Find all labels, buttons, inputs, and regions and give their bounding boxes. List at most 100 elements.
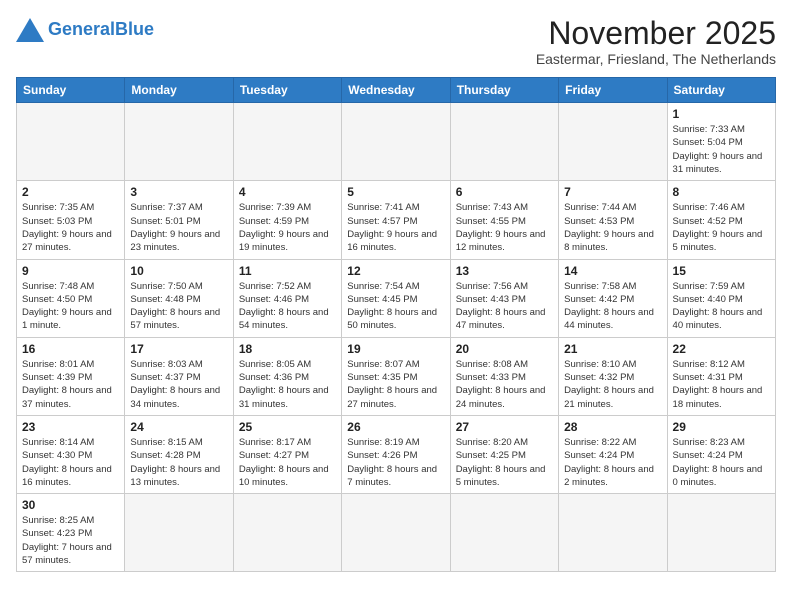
- day-number: 19: [347, 342, 444, 356]
- day-sun-info: Sunrise: 7:58 AMSunset: 4:42 PMDaylight:…: [564, 280, 661, 333]
- calendar-day-cell: [125, 494, 233, 572]
- day-number: 16: [22, 342, 119, 356]
- day-sun-info: Sunrise: 8:17 AMSunset: 4:27 PMDaylight:…: [239, 436, 336, 489]
- day-number: 7: [564, 185, 661, 199]
- calendar-day-cell: 10 Sunrise: 7:50 AMSunset: 4:48 PMDayligh…: [125, 259, 233, 337]
- day-sun-info: Sunrise: 8:03 AMSunset: 4:37 PMDaylight:…: [130, 358, 227, 411]
- calendar-day-cell: 18 Sunrise: 8:05 AMSunset: 4:36 PMDayligh…: [233, 337, 341, 415]
- page-header: GeneralBlue November 2025 Eastermar, Fri…: [16, 16, 776, 67]
- logo-text: GeneralBlue: [48, 20, 154, 38]
- day-sun-info: Sunrise: 7:48 AMSunset: 4:50 PMDaylight:…: [22, 280, 119, 333]
- calendar-day-cell: [559, 494, 667, 572]
- calendar-header-row: SundayMondayTuesdayWednesdayThursdayFrid…: [17, 78, 776, 103]
- calendar-day-cell: 3Sunrise: 7:37 AMSunset: 5:01 PMDaylight…: [125, 181, 233, 259]
- calendar-table: SundayMondayTuesdayWednesdayThursdayFrid…: [16, 77, 776, 572]
- calendar-day-cell: 9Sunrise: 7:48 AMSunset: 4:50 PMDaylight…: [17, 259, 125, 337]
- day-sun-info: Sunrise: 8:25 AMSunset: 4:23 PMDaylight:…: [22, 514, 119, 567]
- day-number: 17: [130, 342, 227, 356]
- day-number: 2: [22, 185, 119, 199]
- calendar-day-cell: [233, 103, 341, 181]
- day-sun-info: Sunrise: 8:10 AMSunset: 4:32 PMDaylight:…: [564, 358, 661, 411]
- day-number: 15: [673, 264, 770, 278]
- day-sun-info: Sunrise: 8:15 AMSunset: 4:28 PMDaylight:…: [130, 436, 227, 489]
- calendar-day-cell: [559, 103, 667, 181]
- day-sun-info: Sunrise: 8:20 AMSunset: 4:25 PMDaylight:…: [456, 436, 553, 489]
- day-number: 18: [239, 342, 336, 356]
- day-number: 22: [673, 342, 770, 356]
- calendar-day-cell: 25 Sunrise: 8:17 AMSunset: 4:27 PMDayligh…: [233, 415, 341, 493]
- day-number: 5: [347, 185, 444, 199]
- calendar-day-cell: [125, 103, 233, 181]
- day-number: 25: [239, 420, 336, 434]
- weekday-header-wednesday: Wednesday: [342, 78, 450, 103]
- calendar-week-row: 16 Sunrise: 8:01 AMSunset: 4:39 PMDayligh…: [17, 337, 776, 415]
- logo: GeneralBlue: [16, 16, 154, 42]
- weekday-header-thursday: Thursday: [450, 78, 558, 103]
- day-sun-info: Sunrise: 8:12 AMSunset: 4:31 PMDaylight:…: [673, 358, 770, 411]
- calendar-day-cell: 20Sunrise: 8:08 AMSunset: 4:33 PMDayligh…: [450, 337, 558, 415]
- day-sun-info: Sunrise: 7:35 AMSunset: 5:03 PMDaylight:…: [22, 201, 119, 254]
- logo-triangle-icon: [16, 18, 44, 42]
- calendar-week-row: 9Sunrise: 7:48 AMSunset: 4:50 PMDaylight…: [17, 259, 776, 337]
- day-sun-info: Sunrise: 8:07 AMSunset: 4:35 PMDaylight:…: [347, 358, 444, 411]
- calendar-day-cell: 11 Sunrise: 7:52 AMSunset: 4:46 PMDayligh…: [233, 259, 341, 337]
- calendar-week-row: 2 Sunrise: 7:35 AMSunset: 5:03 PMDaylight…: [17, 181, 776, 259]
- day-sun-info: Sunrise: 7:44 AMSunset: 4:53 PMDaylight:…: [564, 201, 661, 254]
- calendar-day-cell: 12Sunrise: 7:54 AMSunset: 4:45 PMDayligh…: [342, 259, 450, 337]
- day-number: 21: [564, 342, 661, 356]
- day-number: 29: [673, 420, 770, 434]
- day-sun-info: Sunrise: 7:43 AMSunset: 4:55 PMDaylight:…: [456, 201, 553, 254]
- calendar-day-cell: [450, 494, 558, 572]
- day-sun-info: Sunrise: 7:52 AMSunset: 4:46 PMDaylight:…: [239, 280, 336, 333]
- calendar-day-cell: 24 Sunrise: 8:15 AMSunset: 4:28 PMDayligh…: [125, 415, 233, 493]
- calendar-day-cell: 22 Sunrise: 8:12 AMSunset: 4:31 PMDayligh…: [667, 337, 775, 415]
- calendar-week-row: 30 Sunrise: 8:25 AMSunset: 4:23 PMDayligh…: [17, 494, 776, 572]
- day-number: 14: [564, 264, 661, 278]
- day-sun-info: Sunrise: 7:56 AMSunset: 4:43 PMDaylight:…: [456, 280, 553, 333]
- day-sun-info: Sunrise: 7:41 AMSunset: 4:57 PMDaylight:…: [347, 201, 444, 254]
- day-number: 11: [239, 264, 336, 278]
- day-sun-info: Sunrise: 7:33 AMSunset: 5:04 PMDaylight:…: [673, 123, 770, 176]
- day-sun-info: Sunrise: 7:37 AMSunset: 5:01 PMDaylight:…: [130, 201, 227, 254]
- title-area: November 2025 Eastermar, Friesland, The …: [536, 16, 776, 67]
- day-sun-info: Sunrise: 7:50 AMSunset: 4:48 PMDaylight:…: [130, 280, 227, 333]
- day-number: 1: [673, 107, 770, 121]
- location-subtitle: Eastermar, Friesland, The Netherlands: [536, 51, 776, 67]
- calendar-day-cell: 28Sunrise: 8:22 AMSunset: 4:24 PMDayligh…: [559, 415, 667, 493]
- logo-general: General: [48, 19, 115, 39]
- weekday-header-sunday: Sunday: [17, 78, 125, 103]
- weekday-header-friday: Friday: [559, 78, 667, 103]
- calendar-day-cell: [342, 494, 450, 572]
- calendar-day-cell: 2 Sunrise: 7:35 AMSunset: 5:03 PMDaylight…: [17, 181, 125, 259]
- calendar-day-cell: 5 Sunrise: 7:41 AMSunset: 4:57 PMDaylight…: [342, 181, 450, 259]
- day-sun-info: Sunrise: 8:19 AMSunset: 4:26 PMDaylight:…: [347, 436, 444, 489]
- calendar-day-cell: 8Sunrise: 7:46 AMSunset: 4:52 PMDaylight…: [667, 181, 775, 259]
- calendar-day-cell: [342, 103, 450, 181]
- calendar-week-row: 23Sunrise: 8:14 AMSunset: 4:30 PMDayligh…: [17, 415, 776, 493]
- calendar-day-cell: 15 Sunrise: 7:59 AMSunset: 4:40 PMDayligh…: [667, 259, 775, 337]
- weekday-header-tuesday: Tuesday: [233, 78, 341, 103]
- calendar-day-cell: 13 Sunrise: 7:56 AMSunset: 4:43 PMDayligh…: [450, 259, 558, 337]
- day-number: 27: [456, 420, 553, 434]
- calendar-day-cell: 19 Sunrise: 8:07 AMSunset: 4:35 PMDayligh…: [342, 337, 450, 415]
- calendar-day-cell: 6 Sunrise: 7:43 AMSunset: 4:55 PMDaylight…: [450, 181, 558, 259]
- day-sun-info: Sunrise: 8:08 AMSunset: 4:33 PMDaylight:…: [456, 358, 553, 411]
- day-number: 30: [22, 498, 119, 512]
- day-number: 28: [564, 420, 661, 434]
- day-sun-info: Sunrise: 7:54 AMSunset: 4:45 PMDaylight:…: [347, 280, 444, 333]
- day-number: 26: [347, 420, 444, 434]
- day-number: 13: [456, 264, 553, 278]
- day-number: 6: [456, 185, 553, 199]
- calendar-day-cell: [233, 494, 341, 572]
- calendar-day-cell: 27 Sunrise: 8:20 AMSunset: 4:25 PMDayligh…: [450, 415, 558, 493]
- day-sun-info: Sunrise: 7:59 AMSunset: 4:40 PMDaylight:…: [673, 280, 770, 333]
- day-number: 10: [130, 264, 227, 278]
- day-number: 24: [130, 420, 227, 434]
- weekday-header-saturday: Saturday: [667, 78, 775, 103]
- day-sun-info: Sunrise: 8:01 AMSunset: 4:39 PMDaylight:…: [22, 358, 119, 411]
- day-sun-info: Sunrise: 7:39 AMSunset: 4:59 PMDaylight:…: [239, 201, 336, 254]
- day-sun-info: Sunrise: 8:05 AMSunset: 4:36 PMDaylight:…: [239, 358, 336, 411]
- day-number: 8: [673, 185, 770, 199]
- calendar-day-cell: [667, 494, 775, 572]
- calendar-day-cell: 16 Sunrise: 8:01 AMSunset: 4:39 PMDayligh…: [17, 337, 125, 415]
